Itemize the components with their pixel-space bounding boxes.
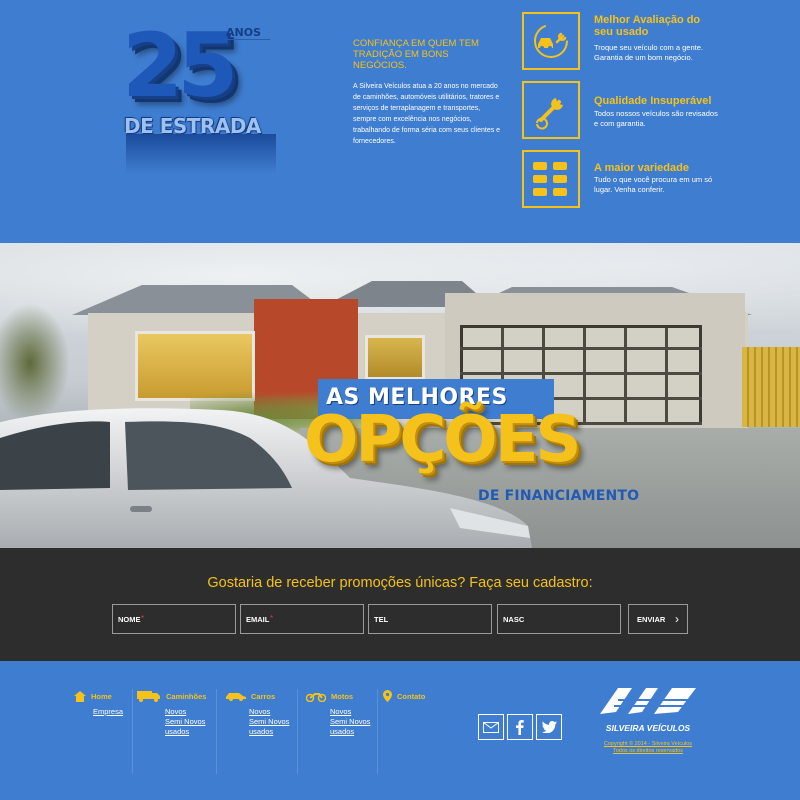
- required-asterisk: *: [141, 614, 145, 623]
- top-section: 25 ANOS DE ESTRADA CONFIANÇA EM QUEM TEM…: [0, 0, 800, 243]
- footer-divider: [377, 689, 378, 774]
- footer-link-novos[interactable]: Novos: [165, 707, 206, 717]
- location-pin-icon: [383, 690, 392, 702]
- name-field-wrapper: *: [112, 604, 236, 634]
- footer-col-home: Home Empresa: [74, 689, 123, 717]
- submit-button-label: ENVIAR: [637, 614, 666, 624]
- home-icon: [74, 690, 86, 702]
- required-asterisk: *: [270, 614, 274, 623]
- promo-line2: OPÇÕES: [304, 403, 581, 477]
- birthdate-field[interactable]: [498, 605, 620, 633]
- email-field[interactable]: [241, 605, 363, 633]
- house-window: [365, 335, 425, 380]
- truck-icon: [137, 690, 160, 702]
- email-icon[interactable]: [478, 714, 504, 740]
- copyright: Copyright © 2014 - Silveira Veículos Tod…: [598, 741, 698, 755]
- footer-link-novos[interactable]: Novos: [249, 707, 289, 717]
- copyright-line: Copyright © 2014 - Silveira Veículos: [603, 741, 693, 747]
- signup-section: Gostaria de receber promoções únicas? Fa…: [0, 548, 800, 661]
- silveira-logo: [600, 688, 696, 714]
- logo-shadow: [126, 134, 276, 174]
- 25-anos-logo: 25 ANOS DE ESTRADA: [118, 14, 288, 174]
- feature-title: Melhor Avaliação do seu usado: [594, 14, 701, 38]
- twitter-icon[interactable]: [536, 714, 562, 740]
- feature-avaliacao: Melhor Avaliação do seu usado Troque seu…: [522, 12, 792, 72]
- logo-estrada: DE ESTRADA: [124, 114, 261, 138]
- motorcycle-icon: [306, 692, 326, 702]
- footer-divider: [216, 689, 217, 774]
- brand-block: SILVEIRA VEÍCULOS Copyright © 2014 - Sil…: [598, 686, 698, 755]
- footer-link-empresa[interactable]: Empresa: [93, 707, 123, 717]
- feature-title: A maior variedade: [594, 162, 689, 174]
- footer-divider: [132, 689, 133, 774]
- fence: [742, 347, 800, 427]
- feature-variedade: A maior variedade Tudo o que você procur…: [522, 150, 792, 210]
- about-block: CONFIANÇA EM QUEM TEM TRADIÇÃO EM BONS N…: [353, 38, 501, 147]
- name-field[interactable]: [113, 605, 235, 633]
- footer-link-semi-novos[interactable]: Semi Novos: [330, 717, 370, 727]
- facebook-icon[interactable]: [507, 714, 533, 740]
- footer-link-carros[interactable]: Carros: [251, 692, 275, 701]
- feature-text: Troque seu veículo com a gente. Garantia…: [594, 43, 703, 62]
- copyright-line: Todos os direitos reservados: [612, 748, 683, 754]
- footer-divider: [297, 689, 298, 774]
- footer-link-semi-novos[interactable]: Semi Novos: [165, 717, 206, 727]
- car-wrench-icon: [522, 12, 580, 70]
- submit-button[interactable]: ENVIAR ›: [628, 604, 688, 634]
- footer-col-motos: Motos Novos Semi Novos usados: [306, 689, 370, 737]
- footer-link-usados[interactable]: usados: [249, 727, 289, 737]
- footer-col-caminhoes: Caminhões Novos Semi Novos usados: [137, 689, 206, 737]
- signup-title: Gostaria de receber promoções únicas? Fa…: [207, 575, 593, 591]
- logo-subline: [226, 39, 270, 43]
- footer-link-novos[interactable]: Novos: [330, 707, 370, 717]
- nasc-field-wrapper: [497, 604, 621, 634]
- financing-banner[interactable]: AS MELHORES OPÇÕES DE FINANCIAMENTO: [0, 243, 800, 548]
- footer-link-usados[interactable]: usados: [165, 727, 206, 737]
- tel-field-wrapper: [368, 604, 492, 634]
- tel-field[interactable]: [369, 605, 491, 633]
- footer-col-carros: Carros Novos Semi Novos usados: [226, 689, 289, 737]
- feature-text: Tudo o que você procura em um só lugar. …: [594, 175, 713, 194]
- footer: Home Empresa Caminhões Novos Semi Novos …: [0, 661, 800, 800]
- feature-qualidade: Qualidade Insuperável Todos nossos veícu…: [522, 81, 792, 141]
- wrench-icon: [522, 81, 580, 139]
- footer-link-usados[interactable]: usados: [330, 727, 370, 737]
- car-icon: [226, 693, 246, 701]
- about-title: CONFIANÇA EM QUEM TEM TRADIÇÃO EM BONS N…: [353, 38, 479, 71]
- logo-number: 25: [122, 14, 238, 117]
- feature-title: Qualidade Insuperável: [594, 95, 712, 107]
- footer-link-home[interactable]: Home: [91, 692, 112, 701]
- about-text: A Silveira Veículos atua a 20 anos no me…: [353, 83, 501, 145]
- email-field-wrapper: *: [240, 604, 364, 634]
- cars-grid-icon: [522, 150, 580, 208]
- chevron-right-icon: ›: [675, 612, 679, 626]
- feature-text: Todos nossos veículos são revisados e co…: [594, 109, 718, 128]
- footer-link-semi-novos[interactable]: Semi Novos: [249, 717, 289, 727]
- footer-link-contato[interactable]: Contato: [397, 692, 425, 701]
- logo-anos: ANOS: [226, 26, 261, 39]
- footer-col-contato: Contato: [383, 689, 425, 703]
- footer-link-motos[interactable]: Motos: [331, 692, 353, 701]
- footer-link-caminhoes[interactable]: Caminhões: [166, 692, 206, 701]
- promo-line3: DE FINANCIAMENTO: [478, 488, 640, 504]
- brand-name: SILVEIRA VEÍCULOS: [605, 723, 691, 733]
